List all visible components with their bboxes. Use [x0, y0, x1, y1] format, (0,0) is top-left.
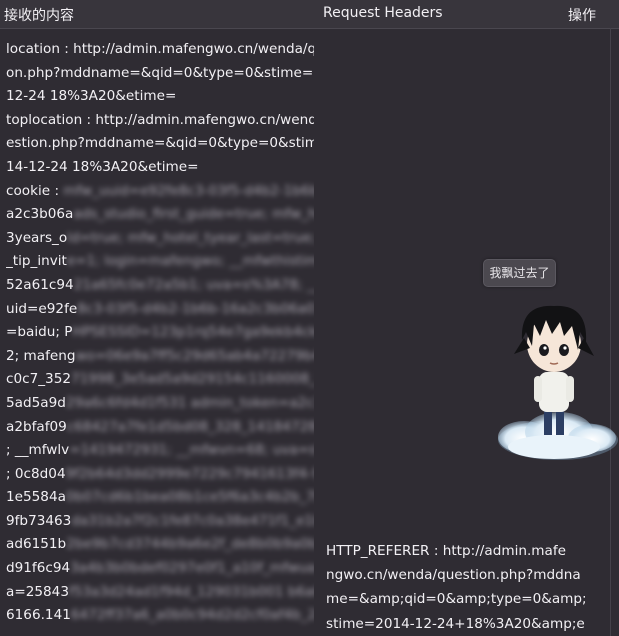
table-header: 接收的内容 Request Headers 操作: [0, 0, 619, 29]
cookie-row: 52a61c9421a65fc0e72a5b1; uva=s%3A78; __m…: [6, 274, 314, 298]
cookie-blurred-text: ads_studio_first_guide=true; mfw_hotel_: [73, 206, 314, 223]
cookie-blurred-text: 0b07cd6b1bea08b1ce5f6a3c4b2b_7b82e5: [65, 489, 314, 506]
content-line: 12-24 18%3A20&etime=: [6, 88, 177, 105]
cookie-blurred-text: f53a3d24ad1f94d_129031b001 b6a03c7: [68, 583, 314, 600]
cookie-blurred-text: 2be9b7cd3744b9a6e2f_de8b0b9a0b3_ae: [66, 536, 314, 553]
cookie-row: uid=e92fe8c3-03f5-d4b2-1b6b-16a2c3b06a01…: [6, 298, 314, 322]
mascot-speech-bubble: 我飘过去了: [483, 259, 556, 287]
content-line: 14-12-24 18%3A20&etime=: [6, 158, 199, 175]
cookie-visible-text: a2c3b06a: [6, 206, 74, 223]
cookie-row: 9fb73463da31b2a7f2c1fe87c0a38e471f1_e1b8…: [6, 510, 314, 534]
header-line: ngwo.cn/wenda/question.php?mddna: [326, 567, 581, 584]
cookie-row: c0c7_35271998_3e5ad5a9d29154c1160008_3e: [6, 368, 314, 392]
cookie-blurred-text: 3a4b3b0bdef0297e0f1_a10f_mfwua=1_ma: [70, 560, 314, 577]
cookie-row: d91f6c943a4b3b0bdef0297e0f1_a10f_mfwua=1…: [6, 557, 314, 581]
header-line: HTTP_REFERER : http://admin.mafe: [326, 543, 567, 559]
cookie-visible-text: 52a61c94: [6, 276, 74, 293]
header-line: me=&amp;qid=0&amp;type=0&amp;: [326, 591, 587, 608]
header-line: stime=2014-12-24+18%3A20&amp;e: [326, 615, 585, 632]
cookie-visible-text: =baidu; P: [6, 324, 73, 341]
cookie-row: ; __mfwlv=1419472931; __mfwvn=68; uva=s%…: [6, 439, 314, 463]
cookie-visible-text: ad6151b: [6, 536, 67, 553]
cookie-visible-text: uid=e92fe: [6, 300, 78, 317]
cookie-blurred-text: mfw_uuid=e92fe8c3-03f5-d4b2-1b6b-16: [63, 182, 314, 199]
cookie-blurred-text: =1419472931; __mfwvn=68; uva=s%3A: [69, 442, 314, 459]
cookie-blurred-text: 8c3-03f5-d4b2-1b6b-16a2c3b06a01; _: [77, 300, 314, 317]
cookie-visible-text: 9fb73463: [6, 512, 72, 529]
cookie-row: 1e5584a0b07cd6b1bea08b1ce5f6a3c4b2b_7b82…: [6, 486, 314, 510]
cookie-row: _tip_invite=1; login=mafengwo; __mfwthis…: [6, 250, 314, 274]
content-line: location : http://admin.mafengwo.cn/wend…: [6, 41, 314, 57]
cookie-blurred-text: e=1; login=mafengwo; __mfwthistime=1: [66, 253, 314, 270]
received-content-column-header: 接收的内容: [4, 8, 74, 24]
cookie-blurred-text: wo=06e9a7ff5c29d65ab4a72279b4b: [75, 347, 314, 364]
cookie-visible-text: 6166.141: [6, 607, 71, 624]
content-line: on.php?mddname=&qid=0&type=0&stime=2014-: [6, 64, 314, 81]
cookie-blurred-text: 6472ff37a6_a0b0c94d2d2cf0af4b_2a_b1: [70, 607, 314, 624]
cookie-row: a2bfaf09c68427a7fe1d5bd08_328_1418472846…: [6, 416, 314, 440]
cookie-blurred-text: 29a6c6fd4d1f531 admin_token=a2c3b06a: [65, 394, 314, 411]
content-line: estion.php?mddname=&qid=0&type=0&stime=2…: [6, 135, 314, 152]
cookie-block: cookie : mfw_uuid=e92fe8c3-03f5-d4b2-1b6…: [6, 180, 314, 628]
cookie-blurred-text: da31b2a7f2c1fe87c0a38e471f1_e1b8cd9: [71, 512, 314, 529]
actions-column-header: 操作: [568, 8, 596, 24]
cookie-row: a2c3b06aads_studio_first_guide=true; mfw…: [6, 203, 314, 227]
cookie-visible-text: cookie :: [6, 182, 64, 199]
cookie-visible-text: 3years_o: [6, 229, 68, 246]
cookie-visible-text: d91f6c94: [6, 560, 71, 577]
cookie-visible-text: ; __mfwlv: [6, 442, 70, 459]
received-content-cell: location : http://admin.mafengwo.cn/wend…: [6, 38, 314, 628]
cookie-blurred-text: 21a65fc0e72a5b1; uva=s%3A78; __mfwu: [73, 276, 314, 293]
cookie-row: 2; mafengwo=06e9a7ff5c29d65ab4a72279b4b: [6, 345, 314, 369]
cookie-visible-text: 1e5584a: [6, 489, 66, 506]
cookie-blurred-text: HPSESSID=123p1rq54e7ga9ekb4ckn: [72, 324, 314, 341]
cookie-blurred-text: c68427a7fe1d5bd08_328_1418472846_: [66, 418, 314, 435]
cookie-visible-text: a2bfaf09: [6, 418, 67, 435]
anime-character-on-cloud-icon[interactable]: [494, 292, 619, 464]
request-headers-cell: HTTP_REFERER : http://admin.mafe ngwo.cn…: [326, 539, 610, 636]
cookie-visible-text: c0c7_352: [6, 371, 71, 388]
cookie-visible-text: ; 0c8d04: [6, 465, 66, 482]
cookie-row: cookie : mfw_uuid=e92fe8c3-03f5-d4b2-1b6…: [6, 180, 314, 204]
cookie-blurred-text: 9f2b64d3dd2999e7229c7941613f4-9b3_a4: [65, 465, 314, 482]
cookie-visible-text: 2; mafeng: [6, 347, 76, 364]
cookie-visible-text: 5ad5a9d: [6, 394, 66, 411]
content-line: toplocation : http://admin.mafengwo.cn/w…: [6, 111, 314, 128]
cookie-row: ; 0c8d049f2b64d3dd2999e7229c7941613f4-9b…: [6, 463, 314, 487]
cookie-blurred-text: ld=true; mfw_hotel_tyear_last=true; ap: [67, 229, 314, 246]
cookie-visible-text: _tip_invit: [6, 253, 67, 270]
cookie-row: 5ad5a9d29a6c6fd4d1f531 admin_token=a2c3b…: [6, 392, 314, 416]
cookie-row: =baidu; PHPSESSID=123p1rq54e7ga9ekb4ckn: [6, 321, 314, 345]
cookie-row: a=25843f53a3d24ad1f94d_129031b001 b6a03c…: [6, 581, 314, 605]
cookie-row: ad6151b2be9b7cd3744b9a6e2f_de8b0b9a0b3_a…: [6, 533, 314, 557]
request-headers-column-header: Request Headers: [323, 5, 443, 21]
cookie-row: 3years_old=true; mfw_hotel_tyear_last=tr…: [6, 227, 314, 251]
cookie-visible-text: a=25843: [6, 583, 69, 600]
cookie-blurred-text: 71998_3e5ad5a9d29154c1160008_3e: [71, 371, 314, 388]
cookie-row: 6166.1416472ff37a6_a0b0c94d2d2cf0af4b_2a…: [6, 604, 314, 628]
